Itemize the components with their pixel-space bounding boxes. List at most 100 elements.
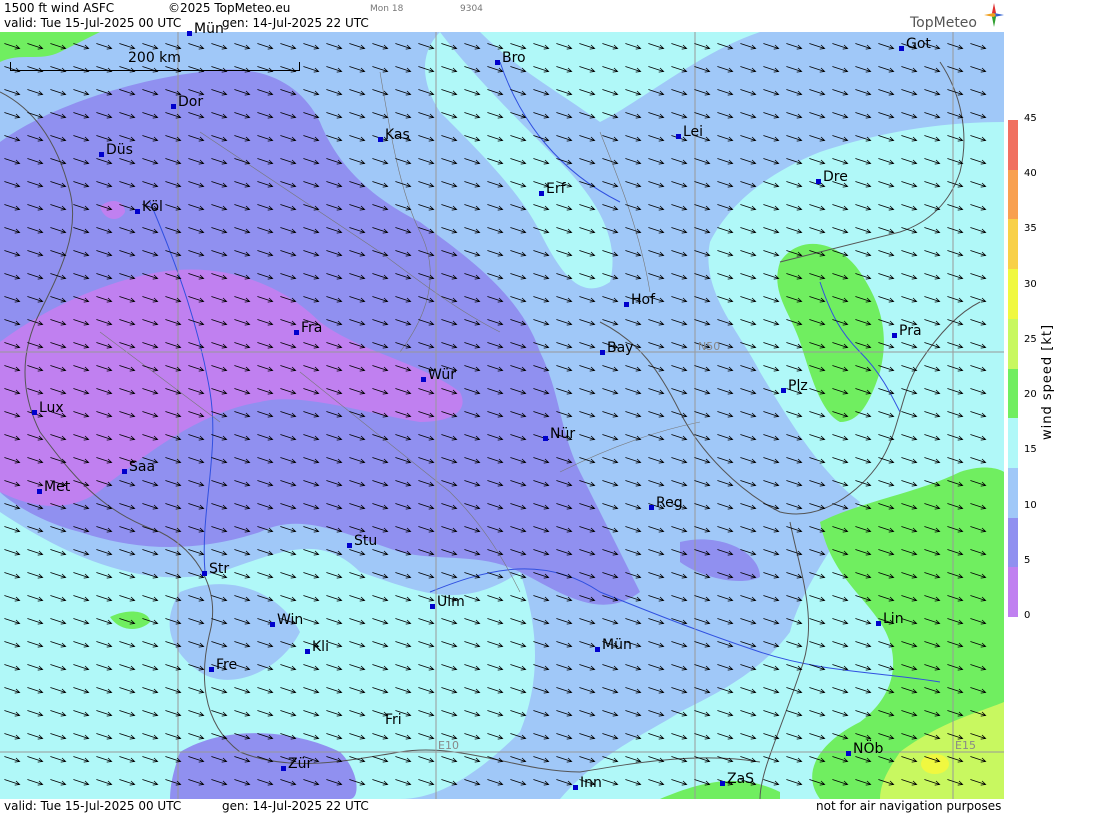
footer-disclaimer: not for air navigation purposes bbox=[816, 799, 1002, 813]
legend-tick-label: 40 bbox=[1024, 168, 1037, 180]
city-bro[interactable]: Bro bbox=[495, 50, 526, 66]
city-label: Erf bbox=[546, 181, 566, 197]
city-marker bbox=[781, 388, 786, 393]
city-label: Zür bbox=[288, 756, 313, 772]
city-label: ZaS bbox=[727, 771, 755, 787]
legend-title: wind speed [kt] bbox=[1040, 323, 1055, 440]
city-bay[interactable]: Bay bbox=[600, 340, 634, 356]
city-saa[interactable]: Saa bbox=[122, 459, 156, 475]
city-pra[interactable]: Pra bbox=[892, 323, 922, 339]
grid-label-e15: E15 bbox=[955, 739, 976, 752]
city-dre[interactable]: Dre bbox=[816, 169, 848, 185]
city-stu[interactable]: Stu bbox=[347, 533, 377, 549]
city-zur[interactable]: Zür bbox=[281, 756, 313, 772]
city-label: Dre bbox=[823, 169, 848, 185]
footer-generated-time: gen: 14-Jul-2025 22 UTC bbox=[222, 799, 369, 813]
legend-color-segment bbox=[1008, 318, 1018, 369]
wind-speed-field bbox=[0, 32, 1004, 799]
header: 1500 ft wind ASFC ©2025 TopMeteo.eu Mon … bbox=[0, 0, 1004, 32]
city-marker bbox=[543, 436, 548, 441]
topmeteo-logo[interactable]: TopMeteo bbox=[910, 15, 977, 31]
city-marker bbox=[187, 31, 192, 36]
city-marker bbox=[624, 302, 629, 307]
copyright: ©2025 TopMeteo.eu bbox=[168, 1, 291, 15]
city-marker bbox=[876, 621, 881, 626]
legend-color-segment bbox=[1008, 219, 1018, 270]
city-marker bbox=[573, 785, 578, 790]
legend-color-segment bbox=[1008, 517, 1018, 568]
city-munich[interactable]: Mün bbox=[595, 637, 632, 653]
city-kas[interactable]: Kas bbox=[378, 127, 410, 143]
city-marker bbox=[649, 505, 654, 510]
city-label: Wür bbox=[428, 367, 456, 383]
city-got[interactable]: Got bbox=[899, 36, 931, 52]
legend-color-segment bbox=[1008, 169, 1018, 220]
city-label: Win bbox=[277, 612, 304, 628]
city-marker bbox=[135, 209, 140, 214]
footer: valid: Tue 15-Jul-2025 00 UTC gen: 14-Ju… bbox=[0, 799, 1004, 814]
compass-star-icon bbox=[984, 3, 1004, 27]
city-nob[interactable]: NÖb bbox=[846, 741, 883, 757]
city-fra[interactable]: Fra bbox=[294, 320, 322, 336]
city-label: Ulm bbox=[437, 594, 465, 610]
city-dor[interactable]: Dor bbox=[171, 94, 204, 110]
city-marker bbox=[846, 751, 851, 756]
grid-label-n50: N50 bbox=[698, 340, 721, 353]
city-label: Got bbox=[906, 36, 931, 52]
city-lin[interactable]: Lin bbox=[876, 611, 904, 627]
city-zas[interactable]: ZaS bbox=[720, 771, 755, 787]
city-marker bbox=[347, 543, 352, 548]
city-kol[interactable]: Köl bbox=[135, 199, 163, 215]
city-label: Bro bbox=[502, 50, 526, 66]
city-wur[interactable]: Wür bbox=[421, 367, 456, 383]
valid-time: valid: Tue 15-Jul-2025 00 UTC bbox=[4, 16, 182, 30]
city-label: Dor bbox=[178, 94, 204, 110]
legend-tick-label: 30 bbox=[1024, 278, 1037, 290]
city-label: Lei bbox=[683, 124, 704, 140]
legend-tick-label: 35 bbox=[1024, 223, 1037, 235]
city-lux[interactable]: Lux bbox=[32, 400, 64, 416]
city-label: Kli bbox=[312, 639, 329, 655]
city-hof[interactable]: Hof bbox=[624, 292, 655, 308]
grid-label-e10: E10 bbox=[438, 739, 459, 752]
city-label: Inn bbox=[580, 775, 602, 791]
city-fre[interactable]: Fre bbox=[209, 657, 237, 673]
legend-tick-label: 15 bbox=[1024, 444, 1037, 456]
city-label: Bay bbox=[607, 340, 634, 356]
city-marker bbox=[421, 377, 426, 382]
header-extra-1: Mon 18 bbox=[370, 4, 404, 14]
legend-tick-label: 25 bbox=[1024, 333, 1037, 345]
footer-valid-time: valid: Tue 15-Jul-2025 00 UTC bbox=[4, 799, 182, 813]
city-met[interactable]: Met bbox=[37, 479, 70, 495]
city-label: Fri bbox=[385, 712, 402, 728]
wind-speed-legend bbox=[1008, 120, 1018, 618]
city-nur[interactable]: Nür bbox=[543, 426, 575, 442]
city-marker bbox=[270, 622, 275, 627]
city-marker bbox=[202, 571, 207, 576]
city-reg[interactable]: Reg bbox=[649, 495, 683, 511]
city-lei[interactable]: Lei bbox=[676, 124, 704, 140]
legend-color-segment bbox=[1008, 418, 1018, 469]
city-marker bbox=[892, 333, 897, 338]
city-ulm[interactable]: Ulm bbox=[430, 594, 465, 610]
city-dus[interactable]: Düs bbox=[99, 142, 133, 158]
city-plz[interactable]: Plz bbox=[781, 378, 808, 394]
legend-color-segment bbox=[1008, 269, 1018, 320]
city-erf[interactable]: Erf bbox=[539, 181, 566, 197]
city-label: Plz bbox=[788, 378, 808, 394]
city-str[interactable]: Str bbox=[202, 561, 229, 577]
city-marker bbox=[539, 191, 544, 196]
city-marker bbox=[171, 104, 176, 109]
city-mun-north[interactable]: Mün bbox=[187, 21, 224, 37]
city-inn[interactable]: Inn bbox=[573, 775, 602, 791]
scale-label: 200 km bbox=[128, 50, 181, 66]
city-marker bbox=[32, 410, 37, 415]
wind-map[interactable]: N50 E10 E15 bbox=[0, 32, 1004, 799]
city-win[interactable]: Win bbox=[270, 612, 304, 628]
city-label: Mün bbox=[194, 21, 224, 37]
city-label: Saa bbox=[129, 459, 156, 475]
legend-tick-label: 20 bbox=[1024, 389, 1037, 401]
city-label: Mün bbox=[602, 637, 632, 653]
city-kli[interactable]: Kli bbox=[305, 639, 329, 655]
legend-color-segment bbox=[1008, 567, 1018, 618]
